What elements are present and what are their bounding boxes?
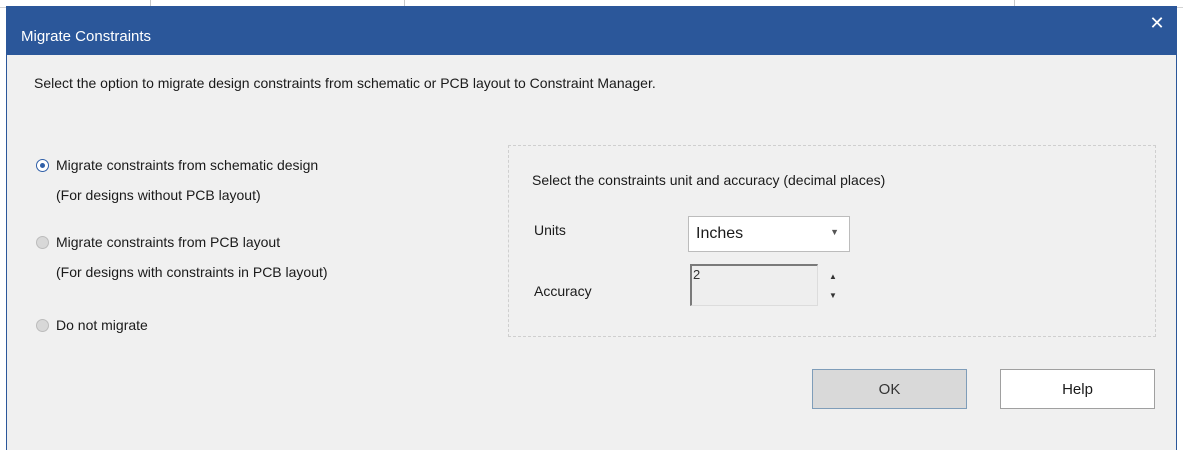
units-dropdown[interactable]: Inches ▼ [688,216,850,252]
close-icon[interactable]: ✕ [1146,12,1168,34]
radio-label: Do not migrate [56,317,148,333]
spin-up-icon[interactable]: ▲ [826,268,840,286]
units-label: Units [534,222,566,238]
radio-unselected-icon[interactable] [36,319,49,332]
help-button[interactable]: Help [1000,369,1155,409]
units-value: Inches [696,225,744,242]
chevron-down-icon[interactable]: ▼ [830,227,839,237]
radio-note: (For designs without PCB layout) [56,187,261,203]
radio-label: Migrate constraints from schematic desig… [56,157,319,173]
dialog-titlebar: Migrate Constraints ✕ [7,6,1176,55]
spin-down-icon[interactable]: ▼ [826,287,840,305]
radio-note: (For designs with constraints in PCB lay… [56,264,328,280]
group-heading: Select the constraints unit and accuracy… [532,172,886,188]
accuracy-input[interactable]: 2 [690,264,818,306]
radio-selected-icon[interactable] [36,159,49,172]
ok-button[interactable]: OK [812,369,967,409]
accuracy-label: Accuracy [534,283,592,299]
accuracy-value: 2 [693,267,701,282]
instruction-text: Select the option to migrate design cons… [34,75,656,91]
radio-label: Migrate constraints from PCB layout [56,234,281,250]
radio-unselected-icon[interactable] [36,236,49,249]
dialog-title: Migrate Constraints [21,28,152,45]
